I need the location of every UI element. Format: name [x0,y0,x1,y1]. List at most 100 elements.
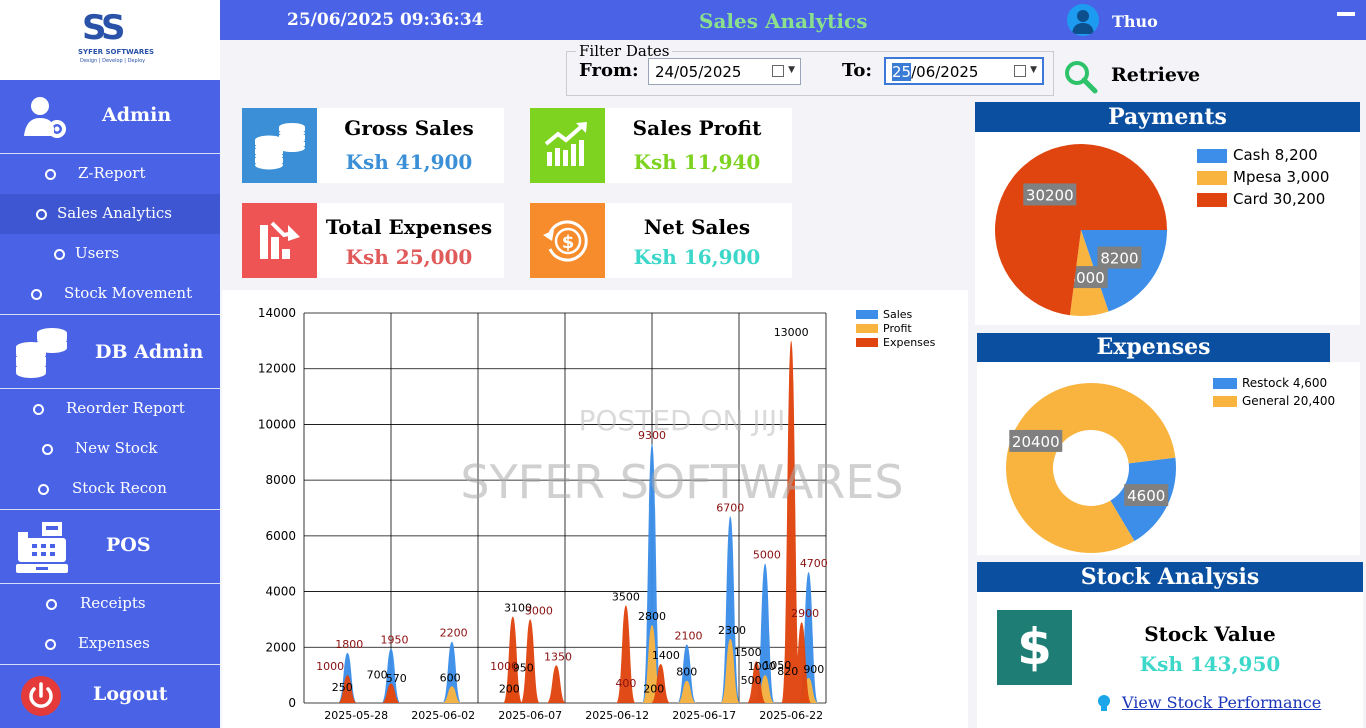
section-admin[interactable]: Admin [0,80,220,154]
to-label: To: [842,60,872,81]
sales-chart-panel: 0 2000 4000 6000 8000 10000 12000 14000 2025-05-… [222,290,968,728]
sidebar-item-stock-movement[interactable]: Stock Movement [0,274,220,314]
sales-profit-value: Ksh 11,940 [633,150,761,174]
data-label: 2300 [718,624,746,637]
user-icon [1072,10,1094,34]
sidebar-item-new-stock[interactable]: New Stock [0,429,220,469]
data-label: 13000 [774,326,809,339]
data-label: 1800 [335,638,363,651]
coins-icon [242,108,317,183]
payments-header: Payments [975,102,1360,132]
bullet-icon [45,169,56,180]
sidebar-item-label: Reorder Report [66,399,185,417]
payments-panel: 8200 3000 30200 Cash 8,200 Mpesa 3,000 Car… [975,132,1360,325]
to-date-rest: /06/2025 [911,63,979,81]
view-stock-performance-link[interactable]: View Stock Performance [1122,693,1321,712]
sidebar-item-receipts[interactable]: Receipts [0,584,220,624]
data-label: 2800 [638,610,666,623]
search-icon[interactable] [1063,59,1099,95]
section-pos-title: POS [106,534,151,556]
from-label: From: [579,60,639,81]
to-date-selected-part: 25 [892,63,912,81]
data-label: 950 [513,662,534,675]
power-icon [21,676,61,716]
data-label: 3000 [525,604,553,617]
cash-register-icon [16,522,68,573]
bullet-icon [31,289,42,300]
sidebar-item-sales-analytics[interactable]: Sales Analytics [0,194,220,234]
x-tick-label: 2025-06-17 [672,709,736,722]
data-label: 500 [741,674,762,687]
sidebar-item-z-report[interactable]: Z-Report [0,154,220,194]
dollar-icon: $ [997,610,1072,685]
data-label: 600 [440,671,461,684]
y-tick-label: 2000 [265,640,296,654]
legend-swatch-expenses [856,338,878,347]
chevron-down-icon: ▼ [788,65,795,75]
sidebar-item-label: Users [75,244,120,262]
minimize-icon[interactable] [1337,12,1355,16]
growth-chart-icon [530,108,605,183]
y-tick-label: 10000 [258,417,296,431]
user-name: Thuo [1112,12,1158,31]
sidebar-item-reorder-report[interactable]: Reorder Report [0,389,220,429]
data-label: 1950 [380,634,408,647]
sidebar-item-users[interactable]: Users [0,234,220,274]
stock-value: Ksh 143,950 [1139,652,1281,676]
legend-swatch-profit [856,324,878,333]
top-bar: 25/06/2025 09:36:34 Sales Analytics Thuo [220,0,1366,40]
y-tick-label: 8000 [265,473,296,487]
sidebar-item-label: New Stock [75,439,158,457]
gross-sales-title: Gross Sales [344,116,474,140]
data-label: 1500 [734,646,762,659]
legend-swatch-sales [856,310,878,319]
calendar-icon [1014,65,1026,77]
retrieve-button[interactable]: Retrieve [1111,64,1200,86]
sidebar-item-label: Z-Report [78,164,146,182]
payments-slice-label: 8200 [1100,250,1138,268]
logout-button[interactable]: Logout [0,665,220,728]
logo: SS SYFER SOFTWARES Design | Develop | De… [0,0,220,80]
net-sales-card: $ Net Sales Ksh 16,900 [530,203,792,278]
watermark-text: SYFER SOFTWARES [460,455,903,509]
data-label: 1350 [544,650,572,663]
calendar-icon [772,65,784,77]
sidebar-item-stock-recon[interactable]: Stock Recon [0,469,220,509]
bullet-icon [45,639,56,650]
data-label: 200 [643,682,664,695]
x-tick-label: 2025-06-02 [411,709,475,722]
data-label: 1400 [652,649,680,662]
bullet-icon [42,444,53,455]
series-profit-area [337,625,819,703]
legend-label-profit: Profit [883,322,912,335]
gross-sales-value: Ksh 41,900 [345,150,473,174]
legend-label-expenses: Expenses [883,336,936,349]
data-label: 2200 [440,627,468,640]
data-label: 5000 [753,549,781,562]
data-label: 4700 [800,557,828,570]
data-label: 400 [615,677,636,690]
dollar-refresh-icon: $ [530,203,605,278]
logout-label: Logout [93,683,168,705]
sidebar-item-label: Expenses [78,634,150,652]
bullet-icon [33,404,44,415]
total-expenses-value: Ksh 25,000 [345,245,473,269]
sidebar-item-label: Receipts [80,594,146,612]
stock-value-title: Stock Value [1144,622,1276,646]
legend-label-sales: Sales [883,308,913,321]
sales-profit-card: Sales Profit Ksh 11,940 [530,108,792,183]
y-tick-label: 14000 [258,306,296,320]
from-date-picker[interactable]: 24/05/2025 ▼ [648,58,801,85]
stock-analysis-header: Stock Analysis [977,562,1363,592]
sidebar: SS SYFER SOFTWARES Design | Develop | De… [0,0,220,728]
to-date-picker[interactable]: 25/06/2025 ▼ [884,57,1044,85]
bullet-icon [38,484,49,495]
data-label: 700 [367,669,388,682]
section-pos[interactable]: POS [0,510,220,584]
y-tick-label: 0 [288,696,296,710]
sidebar-item-label: Sales Analytics [57,204,172,222]
data-label: 2900 [791,607,819,620]
section-db-admin[interactable]: DB Admin [0,315,220,389]
avatar[interactable] [1067,4,1099,36]
sidebar-item-expenses[interactable]: Expenses [0,624,220,664]
